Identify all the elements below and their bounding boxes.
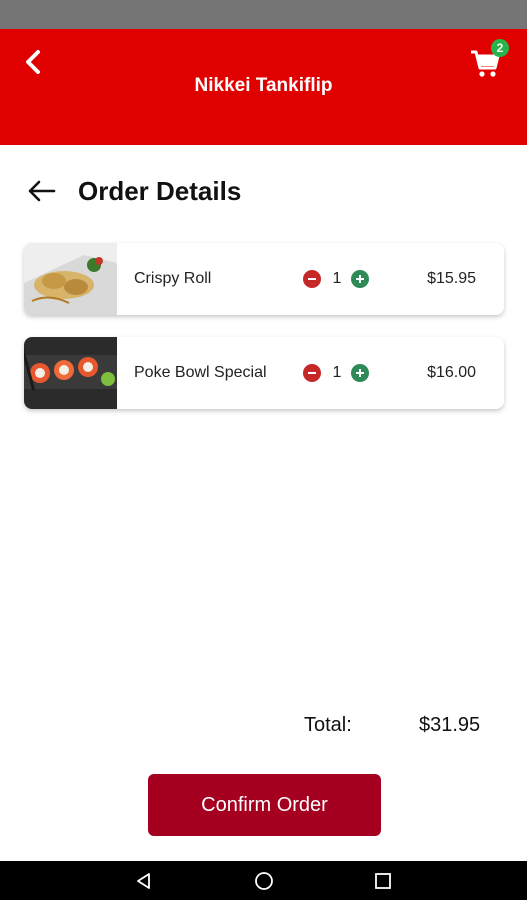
order-item: Poke Bowl Special 1 $16.00 <box>24 337 504 409</box>
increase-quantity-button[interactable] <box>351 270 369 288</box>
confirm-order-button[interactable]: Confirm Order <box>148 774 381 836</box>
order-item: Crispy Roll 1 $15.95 <box>24 243 504 315</box>
nav-back-icon[interactable] <box>133 870 155 892</box>
item-name: Poke Bowl Special <box>134 364 267 381</box>
increase-quantity-button[interactable] <box>351 364 369 382</box>
nav-home-icon[interactable] <box>253 870 275 892</box>
back-arrow-icon[interactable] <box>24 174 58 208</box>
cart-button[interactable]: 2 <box>469 39 509 79</box>
item-price: $15.95 <box>427 270 476 287</box>
crispy-roll-image <box>24 243 117 315</box>
status-bar <box>0 0 527 29</box>
order-total: Total: $31.95 <box>0 714 527 740</box>
app-bar: Nikkei Tankiflip 2 <box>0 29 527 145</box>
plus-icon <box>356 369 364 377</box>
nav-recents-icon[interactable] <box>372 870 394 892</box>
minus-icon <box>308 372 316 374</box>
page-title: Order Details <box>78 176 242 206</box>
poke-bowl-image <box>24 337 117 409</box>
cart-count-badge: 2 <box>491 39 509 57</box>
system-nav-bar <box>0 861 527 900</box>
restaurant-title: Nikkei Tankiflip <box>194 75 333 96</box>
item-quantity: 1 <box>332 364 342 381</box>
back-chevron-icon[interactable] <box>18 47 48 77</box>
item-price: $16.00 <box>427 364 476 381</box>
decrease-quantity-button[interactable] <box>303 270 321 288</box>
item-quantity: 1 <box>332 270 342 287</box>
page-header: Order Details <box>0 170 527 214</box>
plus-icon <box>356 275 364 283</box>
minus-icon <box>308 278 316 280</box>
decrease-quantity-button[interactable] <box>303 364 321 382</box>
total-value: $31.95 <box>419 714 481 736</box>
total-label: Total: <box>304 714 352 736</box>
item-name: Crispy Roll <box>134 270 212 287</box>
